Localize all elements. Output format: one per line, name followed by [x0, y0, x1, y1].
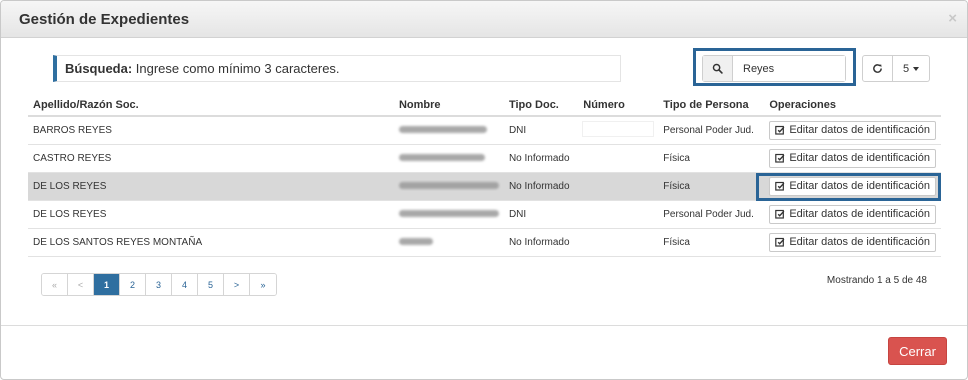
edit-icon: [775, 153, 785, 163]
page-prev[interactable]: <: [68, 274, 94, 295]
page-2[interactable]: 2: [120, 274, 146, 295]
pagination: « < 1 2 3 4 5 > »: [41, 273, 277, 296]
edit-button-label: Editar datos de identificación: [789, 124, 930, 137]
edit-button-label: Editar datos de identificación: [789, 152, 930, 164]
cell-tipo-doc: No Informado: [503, 144, 579, 173]
cell-operaciones: Editar datos de identificación: [764, 116, 941, 145]
col-tipo-doc[interactable]: Tipo Doc.: [503, 94, 579, 117]
edit-identification-button[interactable]: Editar datos de identificación: [769, 204, 936, 224]
cell-tipo-doc: DNI: [503, 116, 579, 145]
edit-identification-button[interactable]: Editar datos de identificación: [769, 176, 936, 196]
footer-divider: [1, 325, 967, 326]
cell-nombre-redacted: [393, 144, 504, 173]
pagination-summary: Mostrando 1 a 5 de 48: [826, 275, 927, 286]
cell-tipo-doc: No Informado: [503, 228, 579, 257]
cell-numero: [578, 200, 659, 229]
cell-apellido: BARROS REYES: [28, 116, 394, 145]
col-nombre[interactable]: Nombre: [393, 94, 504, 117]
table-row: DE LOS REYES DNI Personal Poder Jud. Edi…: [28, 200, 941, 229]
cell-numero-redacted: [578, 116, 659, 145]
close-icon[interactable]: ×: [948, 10, 957, 27]
col-apellido[interactable]: Apellido/Razón Soc.: [28, 94, 394, 117]
cell-numero: [578, 144, 659, 173]
search-input[interactable]: [733, 56, 845, 81]
table-row: DE LOS REYES No Informado Física Editar …: [28, 172, 941, 201]
table-row: CASTRO REYES No Informado Física Editar …: [28, 144, 941, 173]
page-next[interactable]: >: [224, 274, 250, 295]
cell-tipo-persona: Física: [658, 172, 765, 201]
edit-button-label: Editar datos de identificación: [789, 180, 930, 192]
search-icon: [703, 56, 733, 81]
search-group: [702, 55, 846, 82]
edit-icon: [775, 237, 785, 247]
table-header-row: Apellido/Razón Soc. Nombre Tipo Doc. Núm…: [28, 94, 941, 117]
page-1[interactable]: 1: [94, 274, 120, 295]
cell-numero: [578, 228, 659, 257]
cell-apellido: DE LOS SANTOS REYES MONTAÑA: [28, 228, 394, 257]
cell-operaciones: Editar datos de identificación: [764, 200, 941, 229]
cell-tipo-doc: No Informado: [503, 172, 579, 201]
expedientes-modal: Gestión de Expedientes × Búsqueda: Ingre…: [0, 0, 968, 380]
cell-nombre-redacted: [393, 228, 504, 257]
table-row: BARROS REYES DNI Personal Poder Jud. Edi…: [28, 116, 941, 145]
search-hint-label: Búsqueda:: [65, 61, 133, 76]
search-hint: Búsqueda: Ingrese como mínimo 3 caracter…: [53, 55, 621, 82]
edit-identification-button[interactable]: Editar datos de identificación: [769, 120, 936, 140]
edit-identification-button[interactable]: Editar datos de identificación: [769, 232, 936, 252]
cell-operaciones: Editar datos de identificación: [764, 228, 941, 257]
refresh-button[interactable]: [862, 55, 893, 82]
edit-button-label: Editar datos de identificación: [789, 208, 930, 220]
cell-apellido: DE LOS REYES: [28, 172, 394, 201]
cell-operaciones: Editar datos de identificación: [764, 172, 941, 201]
page-3[interactable]: 3: [146, 274, 172, 295]
page-size-dropdown[interactable]: 5: [893, 55, 930, 82]
cell-tipo-persona: Física: [658, 228, 765, 257]
edit-icon: [775, 126, 785, 135]
caret-down-icon: [913, 66, 920, 71]
cell-numero: [578, 172, 659, 201]
toolbar-button-group: 5: [862, 55, 930, 82]
cell-operaciones: Editar datos de identificación: [764, 144, 941, 173]
table-row: DE LOS SANTOS REYES MONTAÑA No Informado…: [28, 228, 941, 257]
cell-tipo-persona: Personal Poder Jud.: [658, 116, 765, 145]
page-4[interactable]: 4: [172, 274, 198, 295]
close-button[interactable]: Cerrar: [888, 337, 947, 365]
page-5[interactable]: 5: [198, 274, 224, 295]
page-size-value: 5: [902, 62, 910, 75]
col-tipo-persona[interactable]: Tipo de Persona: [658, 94, 765, 117]
cell-tipo-persona: Física: [658, 144, 765, 173]
cell-tipo-persona: Personal Poder Jud.: [658, 200, 765, 229]
cell-nombre-redacted: [393, 200, 504, 229]
cell-apellido: CASTRO REYES: [28, 144, 394, 173]
cell-nombre-redacted: [393, 116, 504, 145]
refresh-icon: [873, 64, 882, 73]
col-numero[interactable]: Número: [578, 94, 659, 117]
expedientes-table: Apellido/Razón Soc. Nombre Tipo Doc. Núm…: [28, 94, 941, 257]
edit-identification-button[interactable]: Editar datos de identificación: [769, 148, 936, 168]
cell-apellido: DE LOS REYES: [28, 200, 394, 229]
modal-header: Gestión de Expedientes ×: [1, 1, 967, 38]
search-hint-text: Ingrese como mínimo 3 caracteres.: [132, 61, 340, 76]
cell-nombre-redacted: [393, 172, 504, 201]
edit-icon: [775, 181, 785, 191]
edit-button-label: Editar datos de identificación: [789, 236, 930, 248]
modal-title: Gestión de Expedientes: [19, 11, 190, 28]
page-last[interactable]: »: [250, 274, 276, 295]
edit-icon: [775, 209, 785, 219]
col-operaciones: Operaciones: [764, 94, 941, 117]
page-first[interactable]: «: [42, 274, 68, 295]
cell-tipo-doc: DNI: [503, 200, 579, 229]
